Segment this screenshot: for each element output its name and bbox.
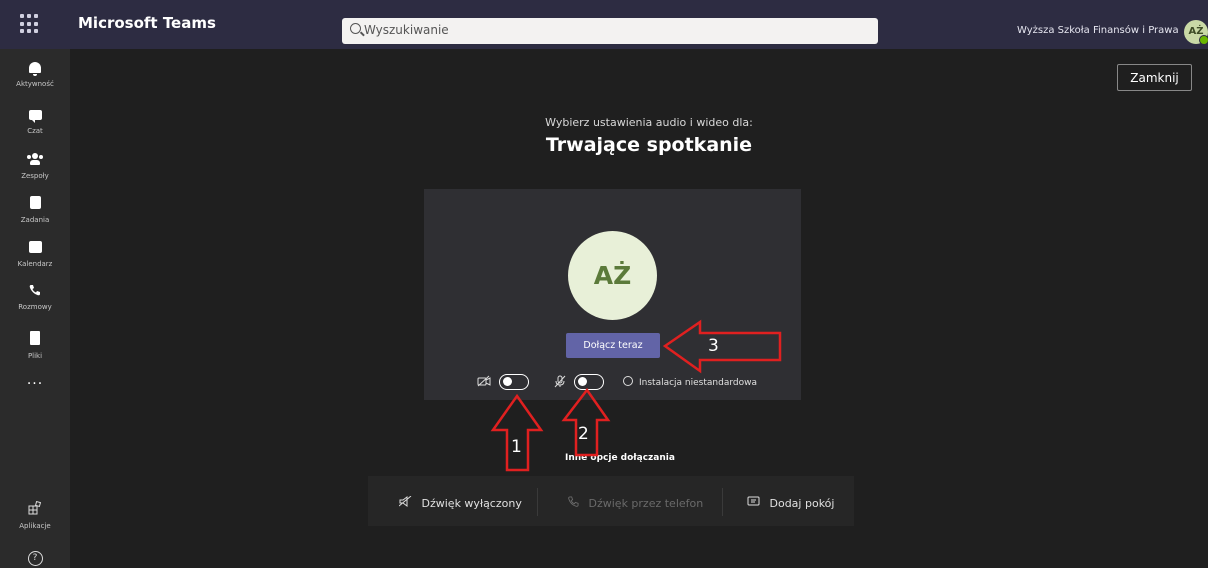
rail-item-apps[interactable]: Aplikacje <box>0 500 70 530</box>
rail-item-calls[interactable]: Rozmowy <box>0 281 70 311</box>
other-join-options-heading: Inne opcje dołączania <box>565 453 675 463</box>
rail-item-more[interactable]: ... <box>0 369 70 388</box>
rail-item-help[interactable]: ? <box>0 545 70 566</box>
bell-icon <box>29 62 41 76</box>
audio-off-option[interactable]: Dźwięk wyłączony <box>398 495 522 510</box>
more-options-icon: ... <box>26 372 44 388</box>
rail-item-label: Aktywność <box>16 80 54 88</box>
annotation-number-2: 2 <box>578 424 589 444</box>
audio-off-label: Dźwięk wyłączony <box>421 497 522 510</box>
phone-icon <box>29 281 41 296</box>
add-room-label: Dodaj pokój <box>769 497 835 510</box>
calendar-icon <box>28 241 42 253</box>
rail-item-label: Kalendarz <box>17 260 53 268</box>
app-launcher-icon[interactable] <box>20 14 40 34</box>
microphone-toggle[interactable] <box>574 374 604 390</box>
organization-name: Wyższa Szkoła Finansów i Prawa <box>1017 25 1179 36</box>
toggle-knob <box>578 377 587 386</box>
camera-off-icon <box>477 375 491 390</box>
close-button[interactable]: Zamknij <box>1117 64 1192 91</box>
toggle-knob <box>503 377 512 386</box>
phone-audio-option[interactable]: Dźwięk przez telefon <box>568 496 703 510</box>
divider <box>537 488 538 516</box>
gear-icon <box>623 376 633 386</box>
camera-toggle[interactable] <box>499 374 529 390</box>
organization-switcher[interactable]: Wyższa Szkoła Finansów i Prawa ⌄ <box>1017 25 1193 36</box>
rail-item-calendar[interactable]: Kalendarz <box>0 238 70 268</box>
annotation-arrow-1 <box>490 393 544 472</box>
microphone-off-icon <box>554 375 566 391</box>
rail-item-label: Zadania <box>20 216 50 224</box>
user-avatar[interactable]: AŻ <box>1184 20 1208 45</box>
apps-icon <box>28 500 42 515</box>
prejoin-subtitle: Wybierz ustawienia audio i wideo dla: <box>545 116 753 129</box>
annotation-number-1: 1 <box>511 437 522 457</box>
tasks-icon <box>29 196 41 209</box>
help-icon: ? <box>27 551 43 566</box>
rail-item-files[interactable]: Pliki <box>0 330 70 360</box>
file-icon <box>30 331 40 345</box>
search-input[interactable]: Wyszukiwanie <box>342 18 878 44</box>
rail-item-label: Pliki <box>27 352 43 360</box>
rail-item-label: Rozmowy <box>18 303 52 311</box>
search-icon <box>350 23 361 34</box>
rail-item-label: Aplikacje <box>19 522 51 530</box>
presence-available-icon <box>1199 35 1208 45</box>
meeting-title: Trwające spotkanie <box>545 134 753 156</box>
annotation-number-3: 3 <box>708 336 719 356</box>
rail-item-tasks[interactable]: Zadania <box>0 194 70 224</box>
search-placeholder: Wyszukiwanie <box>364 23 449 37</box>
divider <box>722 488 723 516</box>
rail-item-activity[interactable]: Aktywność <box>0 58 70 88</box>
custom-setup-label: Instalacja niestandardowa <box>639 378 757 388</box>
app-title: Microsoft Teams <box>78 14 216 32</box>
phone-icon <box>568 496 583 510</box>
preview-avatar: AŻ <box>568 231 657 320</box>
room-device-icon <box>747 496 764 510</box>
top-bar: Microsoft Teams Wyszukiwanie Wyższa Szko… <box>0 0 1208 49</box>
add-room-option[interactable]: Dodaj pokój <box>747 496 834 510</box>
custom-setup-button[interactable]: Instalacja niestandardowa <box>623 376 757 388</box>
speaker-off-icon <box>398 495 416 510</box>
rail-item-label: Zespoły <box>21 172 49 180</box>
join-now-button[interactable]: Dołącz teraz <box>566 333 660 358</box>
phone-audio-label: Dźwięk przez telefon <box>588 497 704 510</box>
